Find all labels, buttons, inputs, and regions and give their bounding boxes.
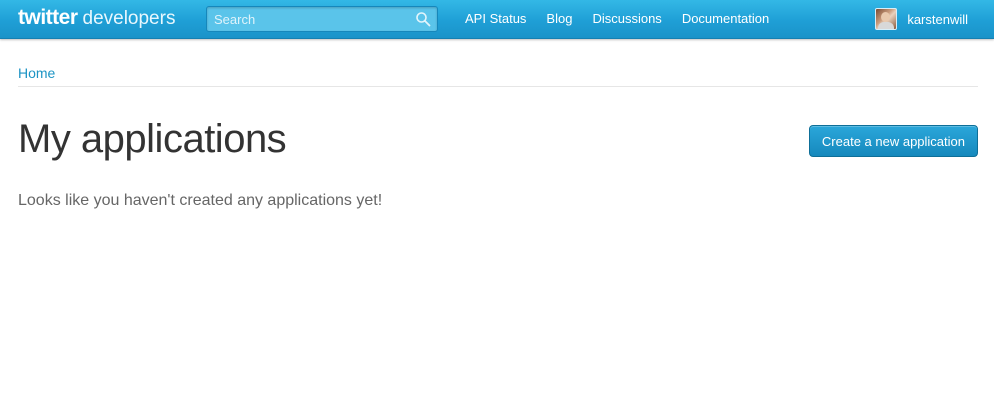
user-menu[interactable]: karstenwill: [875, 0, 968, 38]
page-title: My applications: [18, 117, 287, 161]
main-nav: API Status Blog Discussions Documentatio…: [455, 0, 779, 38]
username-link[interactable]: karstenwill: [907, 12, 968, 27]
search-icon[interactable]: [415, 11, 431, 27]
search-box: [206, 6, 438, 32]
twitter-developers-logo[interactable]: twitter developers: [18, 6, 175, 32]
avatar-shirt: [878, 22, 895, 29]
create-new-application-button[interactable]: Create a new application: [808, 125, 978, 157]
avatar[interactable]: [875, 8, 898, 30]
nav-discussions[interactable]: Discussions: [582, 0, 671, 38]
search-input[interactable]: [207, 7, 407, 31]
nav-api-status[interactable]: API Status: [455, 0, 536, 38]
breadcrumb-home-link[interactable]: Home: [18, 65, 55, 81]
nav-documentation[interactable]: Documentation: [672, 0, 779, 38]
avatar-face: [881, 12, 891, 22]
logo-wordmark: twitter: [18, 6, 78, 29]
breadcrumb: Home: [18, 39, 978, 87]
empty-state-message: Looks like you haven't created any appli…: [18, 192, 383, 209]
top-navigation-bar: twitter developers API Status Blog Discu…: [0, 0, 994, 39]
nav-blog[interactable]: Blog: [536, 0, 582, 38]
logo-subtitle: developers: [82, 8, 176, 29]
title-row: My applications Create a new application: [18, 87, 978, 191]
page-content: Home My applications Create a new applic…: [18, 39, 978, 211]
